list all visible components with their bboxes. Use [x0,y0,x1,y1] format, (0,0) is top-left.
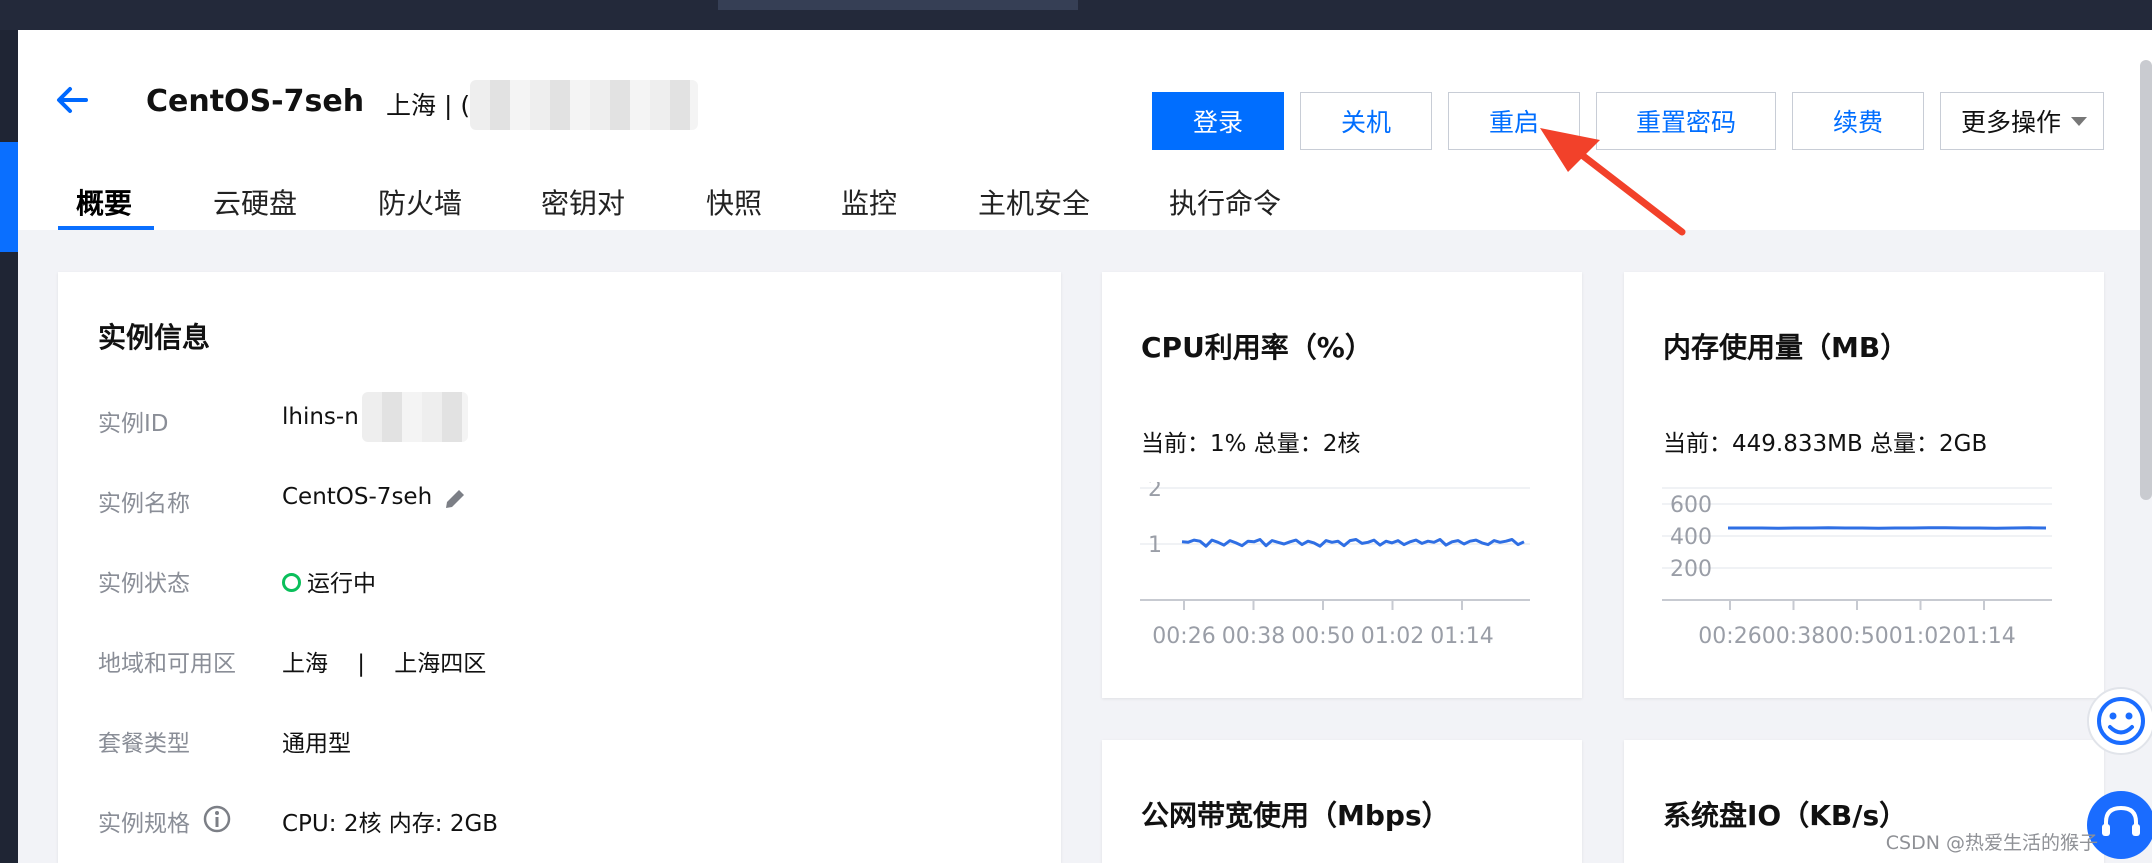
y-tick-label: 600 [1670,493,1712,518]
tab-key-pair[interactable]: 密钥对 [541,182,625,222]
memory-card-stat: 当前：449.833MB 总量：2GB [1663,431,1988,457]
label-instance-id: 实例ID [98,411,169,437]
value-plan-type: 通用型 [282,731,351,757]
instance-info-title: 实例信息 [98,321,211,354]
x-tick-label: 00:26 [1152,624,1215,649]
login-button[interactable]: 登录 [1152,92,1284,150]
label-plan-type: 套餐类型 [98,731,190,757]
label-instance-name: 实例名称 [98,491,190,517]
label-region-zone: 地域和可用区 [98,651,236,677]
instance-info-card [58,272,1061,863]
series-line [1728,526,2047,530]
cpu-card-title: CPU利用率（%） [1141,331,1373,364]
value-instance-status: 运行中 [282,564,376,598]
redacted-instance-id [362,392,468,442]
tab-active-underline [58,226,154,230]
cpu-card-stat: 当前：1% 总量：2核 [1141,431,1361,457]
x-tick-label: 01:02 [1889,624,1952,649]
x-tick-label: 00:38 [1222,624,1285,649]
page-scrollbar[interactable] [2140,60,2152,500]
annotation-arrow [1540,128,1686,236]
label-instance-status: 实例状态 [98,571,190,597]
value-region-zone: 上海 | 上海四区 [282,651,487,677]
tab-run-command[interactable]: 执行命令 [1169,182,1281,222]
region-prefix: 上海 | ( [386,91,471,120]
tab-host-security[interactable]: 主机安全 [978,182,1090,222]
disk-io-card-title: 系统盘IO（KB/s） [1663,799,1908,832]
x-tick-label: 01:14 [1430,624,1493,649]
region-label: 上海 | (i [386,86,477,122]
x-tick-label: 00:26 [1698,624,1761,649]
chevron-down-icon [2071,117,2087,126]
tab-monitoring[interactable]: 监控 [841,182,897,222]
left-rail [0,30,18,863]
smiley-feedback-icon[interactable] [2086,686,2152,756]
shutdown-button[interactable]: 关机 [1300,92,1432,150]
memory-card-title: 内存使用量（MB） [1663,331,1909,364]
x-tick-label: 00:50 [1291,624,1354,649]
value-instance-name: CentOS-7seh [282,484,433,510]
y-tick-label: 400 [1670,525,1712,550]
info-icon[interactable] [203,805,231,833]
more-actions-label: 更多操作 [1961,108,2062,137]
back-arrow-icon[interactable] [52,80,92,120]
x-tick-label: 00:38 [1762,624,1825,649]
redacted-region [470,80,698,130]
memory-usage-chart: 200 400 600 00:26 00:38 00:50 01:02 01:14 [1662,487,2052,649]
cpu-usage-chart: 1 2 00:26 00:38 00:50 01:02 01:14 [1140,482,1530,649]
tab-firewall[interactable]: 防火墙 [378,182,462,222]
status-text: 运行中 [307,571,376,597]
more-actions-dropdown[interactable]: 更多操作 [1940,92,2104,150]
left-rail-active-item[interactable] [0,142,18,252]
x-tick-label: 01:14 [1952,624,2015,649]
value-instance-spec: CPU: 2核 内存: 2GB [282,811,499,837]
y-tick-label: 1 [1148,533,1162,558]
tab-cloud-disk[interactable]: 云硬盘 [213,182,297,222]
series-line [1181,538,1525,548]
x-tick-label: 01:02 [1361,624,1424,649]
y-tick-label: 2 [1148,482,1162,502]
tab-overview[interactable]: 概要 [76,182,132,222]
y-tick-label: 200 [1670,557,1712,582]
watermark: CSDN @热爱生活的猴子 [1885,832,2098,854]
status-running-icon [282,573,301,592]
edit-pencil-icon[interactable] [442,486,468,512]
top-bar [0,0,2152,30]
value-instance-id: lhins-n [282,404,359,430]
x-tick-label: 00:50 [1825,624,1888,649]
label-instance-spec: 实例规格 [98,811,190,837]
bandwidth-card-title: 公网带宽使用（Mbps） [1141,799,1450,832]
page-title: CentOS-7seh [146,84,365,119]
top-bar-search[interactable] [718,0,1078,10]
tab-snapshot[interactable]: 快照 [706,182,762,222]
renew-button[interactable]: 续费 [1792,92,1924,150]
